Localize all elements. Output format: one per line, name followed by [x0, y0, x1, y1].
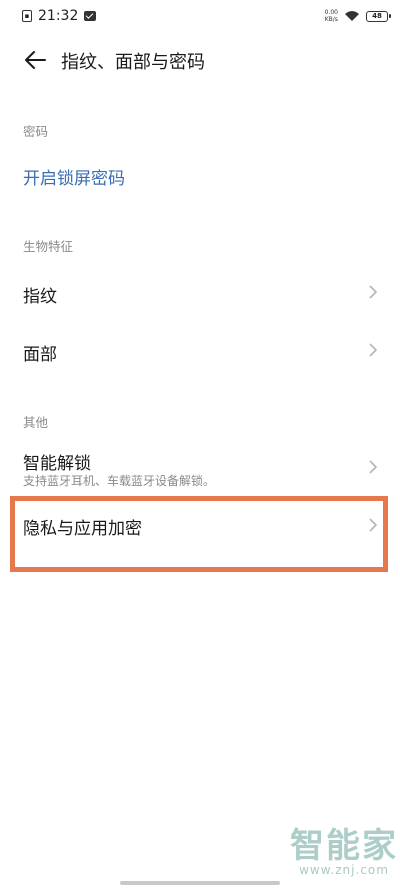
watermark-url: www.znj.com — [299, 863, 389, 877]
section-label-password: 密码 — [23, 124, 49, 139]
network-speed: 0.00 KB/s — [325, 9, 338, 23]
back-arrow-icon[interactable] — [22, 48, 48, 72]
section-label-other: 其他 — [23, 415, 49, 430]
fingerprint-label: 指纹 — [23, 287, 57, 307]
battery-icon: 48 — [366, 10, 391, 22]
network-speed-unit: KB/s — [324, 16, 338, 23]
highlight-box — [10, 496, 388, 572]
status-bar-left: ▪ 21:32 — [22, 8, 97, 24]
message-icon — [84, 11, 97, 21]
smart-unlock-label: 智能解锁 — [23, 454, 91, 474]
face-row[interactable]: 面部 — [0, 320, 400, 380]
smart-unlock-description: 支持蓝牙耳机、车载蓝牙设备解锁。 — [23, 474, 216, 488]
status-bar: ▪ 21:32 0.00 KB/s 48 — [0, 0, 400, 32]
fingerprint-row[interactable]: 指纹 — [0, 262, 400, 322]
face-label: 面部 — [23, 345, 57, 365]
battery-level: 48 — [372, 12, 382, 20]
section-label-biometrics: 生物特征 — [23, 239, 74, 254]
chevron-right-icon — [369, 343, 378, 357]
status-time: 21:32 — [38, 8, 79, 24]
enable-lock-screen-password-link[interactable]: 开启锁屏密码 — [23, 164, 125, 189]
smart-unlock-row[interactable]: 智能解锁 支持蓝牙耳机、车载蓝牙设备解锁。 — [0, 438, 400, 496]
wifi-icon — [345, 11, 359, 21]
watermark-brand: 智能家 — [290, 826, 398, 866]
watermark: 智能家 www.znj.com — [290, 818, 398, 877]
header: 指纹、面部与密码 — [0, 40, 400, 80]
home-indicator[interactable] — [120, 881, 280, 885]
chevron-right-icon — [369, 460, 378, 474]
chevron-right-icon — [369, 285, 378, 299]
status-bar-right: 0.00 KB/s 48 — [325, 9, 391, 23]
sim-icon: ▪ — [22, 10, 32, 22]
network-speed-value: 0.00 — [324, 9, 338, 16]
page-title: 指纹、面部与密码 — [61, 52, 205, 73]
